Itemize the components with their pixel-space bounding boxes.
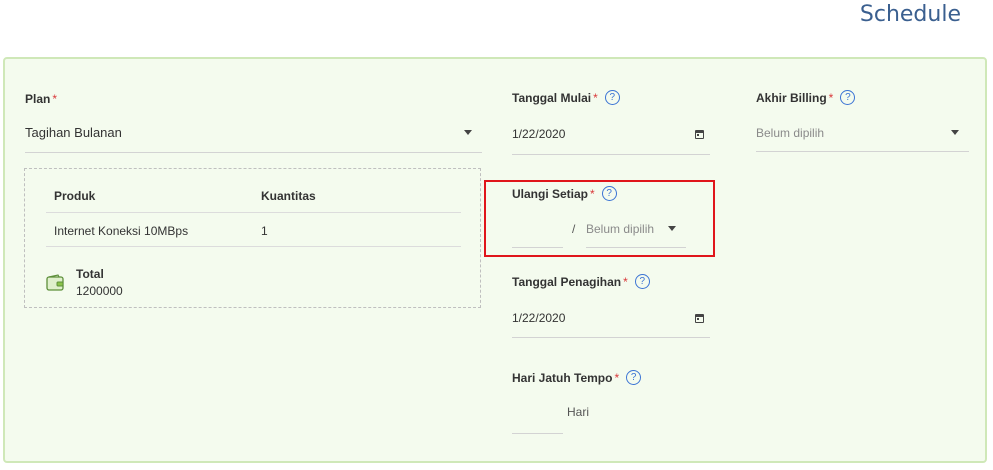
akhir-billing-placeholder: Belum dipilih (756, 126, 825, 140)
calendar-icon[interactable] (695, 130, 704, 139)
table-cell-qty: 1 (261, 224, 268, 238)
akhir-billing-select[interactable]: Belum dipilih (756, 118, 969, 152)
page-title: Schedule (859, 2, 961, 27)
tanggal-penagihan-value: 1/22/2020 (512, 311, 566, 325)
required-mark: * (614, 370, 620, 385)
hari-jatuh-tempo-input[interactable] (512, 400, 563, 434)
plan-label: Plan * (25, 92, 57, 106)
plan-select[interactable]: Tagihan Bulanan (25, 120, 482, 153)
calendar-icon[interactable] (695, 314, 704, 323)
akhir-billing-label-text: Akhir Billing (756, 90, 827, 105)
required-mark: * (593, 90, 598, 105)
chevron-down-icon (951, 130, 959, 135)
help-icon[interactable]: ? (626, 370, 642, 385)
tanggal-mulai-label-text: Tanggal Mulai (512, 90, 592, 105)
help-icon[interactable]: ? (840, 90, 856, 105)
total-label: Total (76, 267, 104, 281)
chevron-down-icon (464, 130, 472, 135)
hari-jatuh-tempo-label: Hari Jatuh Tempo * ? (512, 370, 642, 385)
required-mark: * (828, 90, 834, 105)
header-divider (46, 212, 461, 213)
tanggal-mulai-value: 1/22/2020 (512, 127, 566, 141)
help-icon[interactable]: ? (634, 274, 650, 289)
help-icon[interactable]: ? (604, 90, 620, 105)
ulangi-setiap-unit-select[interactable]: Belum dipilih (586, 214, 686, 248)
ulangi-setiap-interval-input[interactable] (512, 214, 563, 248)
tanggal-mulai-label: Tanggal Mulai * ? (512, 90, 620, 105)
hari-jatuh-tempo-label-text: Hari Jatuh Tempo (512, 370, 613, 385)
wallet-icon (46, 274, 64, 291)
column-header-produk: Produk (54, 189, 96, 203)
interval-separator: / (572, 222, 576, 236)
table-cell-product: Internet Koneksi 10MBps (54, 224, 189, 238)
hari-suffix: Hari (567, 405, 590, 419)
page: Schedule Plan * Tagihan Bulanan Produk K… (0, 0, 993, 470)
ulangi-setiap-label-text: Ulangi Setiap (512, 186, 589, 201)
row-divider (46, 246, 461, 247)
akhir-billing-label: Akhir Billing * ? (756, 90, 856, 105)
required-mark: * (623, 274, 628, 289)
plan-select-value: Tagihan Bulanan (25, 125, 122, 140)
unit-select-placeholder: Belum dipilih (586, 222, 655, 236)
required-mark: * (52, 92, 58, 106)
tanggal-penagihan-input[interactable]: 1/22/2020 (512, 304, 710, 338)
tanggal-mulai-input[interactable]: 1/22/2020 (512, 120, 710, 155)
required-mark: * (590, 186, 595, 201)
help-icon[interactable]: ? (601, 186, 617, 201)
chevron-down-icon (668, 226, 676, 231)
plan-label-text: Plan (25, 92, 51, 106)
tanggal-penagihan-label-text: Tanggal Penagihan (512, 274, 622, 289)
total-value: 1200000 (76, 284, 123, 298)
column-header-kuantitas: Kuantitas (261, 189, 316, 203)
tanggal-penagihan-label: Tanggal Penagihan * ? (512, 274, 650, 289)
ulangi-setiap-label: Ulangi Setiap * ? (512, 186, 617, 201)
